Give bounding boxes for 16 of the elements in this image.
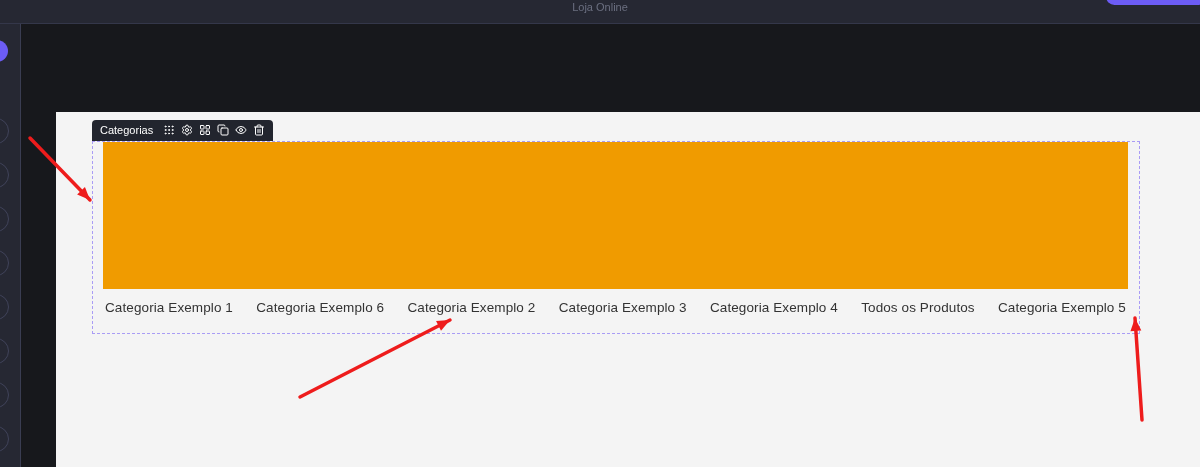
category-link[interactable]: Categoria Exemplo 4 (709, 298, 838, 319)
copy-icon[interactable] (217, 124, 230, 137)
category-link[interactable]: Categoria Exemplo 3 (558, 298, 687, 319)
grip-icon[interactable] (163, 124, 176, 137)
trash-icon[interactable] (253, 124, 266, 137)
grid-icon[interactable] (199, 124, 212, 137)
category-link[interactable]: Categoria Exemplo 1 (105, 298, 233, 319)
block-label: Categorias (100, 123, 154, 138)
eye-icon[interactable] (235, 124, 248, 137)
category-link[interactable]: Categoria Exemplo 5 (997, 298, 1126, 319)
settings-icon[interactable] (181, 124, 194, 137)
window-title: Loja Online (572, 1, 628, 13)
arrow-annotation (28, 136, 92, 202)
category-link[interactable]: Todos os Produtos (861, 298, 975, 319)
category-link[interactable]: Categoria Exemplo 2 (407, 298, 536, 319)
category-link[interactable]: Categoria Exemplo 6 (256, 298, 385, 319)
